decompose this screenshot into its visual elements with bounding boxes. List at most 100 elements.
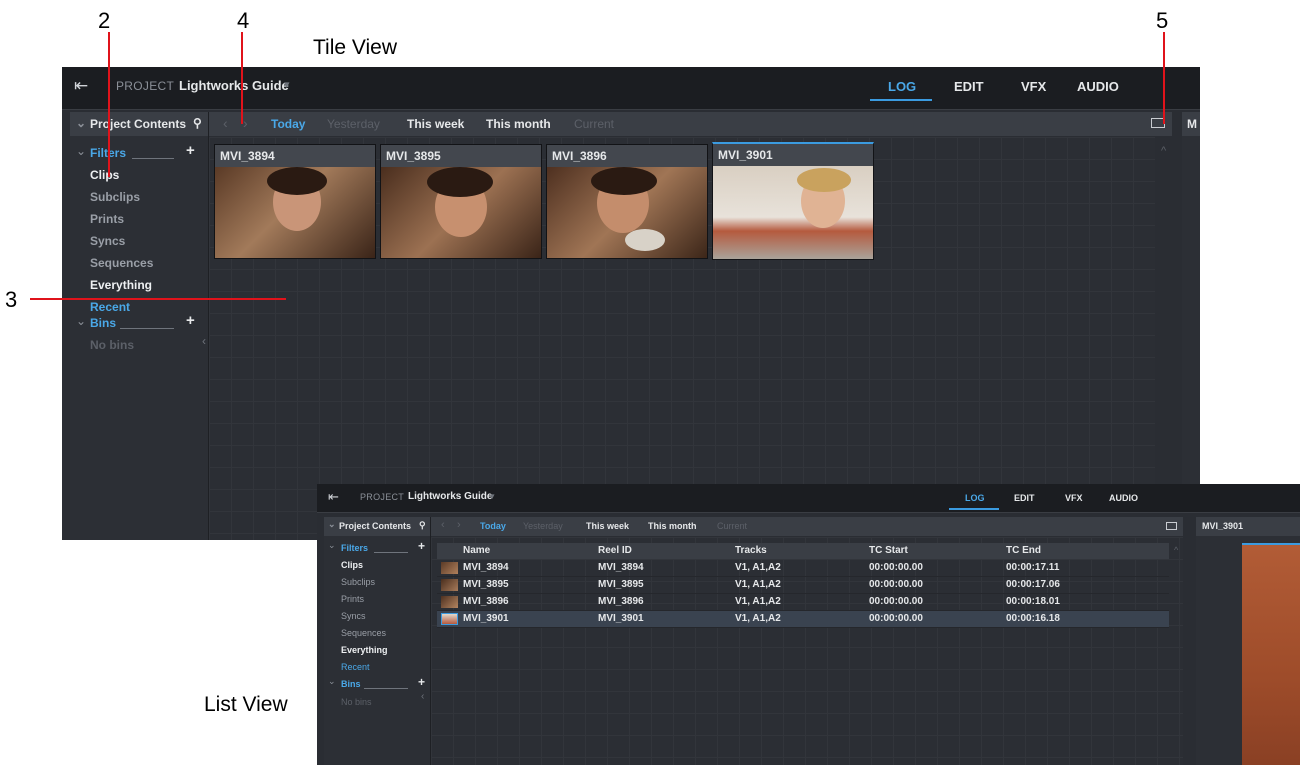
forward-arrow-icon[interactable]: › [457, 519, 461, 531]
project-dropdown-icon[interactable]: ▾ [284, 78, 290, 91]
filter-prints[interactable]: Prints [90, 212, 124, 226]
search-icon[interactable]: ⚲ [193, 116, 202, 130]
filter-subclips[interactable]: Subclips [90, 190, 140, 204]
exit-icon[interactable]: ⇤ [328, 489, 339, 505]
column-header-reel-id[interactable]: Reel ID [598, 545, 632, 556]
project-dropdown-icon[interactable]: ▾ [490, 491, 495, 502]
filter-recent[interactable]: Recent [341, 662, 370, 672]
cell-tc-end: 00:00:16.18 [1006, 613, 1060, 624]
column-header-tc-end[interactable]: TC End [1006, 545, 1041, 556]
back-arrow-icon[interactable]: ‹ [441, 519, 445, 531]
view-toggle-icon[interactable] [1166, 522, 1177, 530]
filter-yesterday[interactable]: Yesterday [523, 521, 563, 531]
exit-icon[interactable]: ⇤ [74, 76, 88, 96]
date-toolbar: ‹ › Today Yesterday This week This month… [431, 517, 1183, 536]
viewer-panel: MVI_3901 [1196, 517, 1300, 765]
table-row-selected[interactable]: MVI_3901 MVI_3901 V1, A1,A2 00:00:00.00 … [437, 611, 1169, 628]
viewer-frame [1242, 545, 1300, 765]
tab-edit[interactable]: EDIT [954, 79, 984, 94]
filter-current[interactable]: Current [717, 521, 747, 531]
filters-chevron-icon[interactable]: ⌄ [328, 540, 336, 551]
tile-clip-selected[interactable]: MVI_3901 [712, 142, 874, 260]
filter-prints[interactable]: Prints [341, 594, 364, 604]
filter-subclips[interactable]: Subclips [341, 577, 375, 587]
callout-3: 3 [5, 287, 18, 312]
sidebar: ⌄ Project Contents ⚲ ⌄ Filters + Clips S… [324, 517, 431, 765]
list-header-row: Name Reel ID Tracks TC Start TC End [437, 543, 1169, 559]
collapse-handle-icon[interactable]: ‹ [421, 691, 424, 702]
right-panel-title: M [1187, 117, 1197, 131]
clip-thumbnail [713, 166, 873, 259]
tile-clip-name: MVI_3895 [381, 145, 541, 167]
filter-clips[interactable]: Clips [341, 560, 363, 570]
list-rows: MVI_3894 MVI_3894 V1, A1,A2 00:00:00.00 … [437, 560, 1169, 630]
search-icon[interactable]: ⚲ [419, 520, 426, 531]
filter-everything[interactable]: Everything [341, 645, 388, 655]
tab-audio[interactable]: AUDIO [1109, 493, 1138, 503]
collapse-chevron-icon[interactable]: ⌄ [328, 519, 336, 530]
forward-arrow-icon[interactable]: › [243, 115, 248, 131]
clip-thumbnail [441, 596, 458, 608]
list-area: Name Reel ID Tracks TC Start TC End MVI_… [431, 537, 1183, 765]
project-name[interactable]: Lightworks Guide [408, 491, 492, 502]
tab-audio[interactable]: AUDIO [1077, 79, 1119, 94]
bins-chevron-icon[interactable]: ⌄ [76, 314, 86, 328]
filter-everything[interactable]: Everything [90, 278, 152, 292]
date-toolbar: ‹ › Today Yesterday This week This month… [209, 112, 1172, 136]
filter-syncs[interactable]: Syncs [90, 234, 125, 248]
collapse-handle-icon[interactable]: ‹ [202, 334, 206, 348]
filter-recent[interactable]: Recent [90, 300, 130, 314]
filter-this-week[interactable]: This week [407, 117, 464, 131]
tab-log[interactable]: LOG [965, 493, 985, 503]
clip-thumbnail [381, 167, 541, 258]
tab-vfx[interactable]: VFX [1021, 79, 1046, 94]
filter-sequences[interactable]: Sequences [341, 628, 386, 638]
tab-log[interactable]: LOG [888, 79, 916, 94]
bins-chevron-icon[interactable]: ⌄ [328, 676, 336, 687]
top-bar: ⇤ PROJECT Lightworks Guide ▾ LOG EDIT VF… [62, 67, 1200, 110]
add-filter-button[interactable]: + [418, 539, 425, 553]
column-header-tc-start[interactable]: TC Start [869, 545, 908, 556]
tab-vfx[interactable]: VFX [1065, 493, 1083, 503]
table-row[interactable]: MVI_3896 MVI_3896 V1, A1,A2 00:00:00.00 … [437, 594, 1169, 611]
filter-today[interactable]: Today [271, 117, 305, 131]
column-header-tracks[interactable]: Tracks [735, 545, 767, 556]
table-row[interactable]: MVI_3895 MVI_3895 V1, A1,A2 00:00:00.00 … [437, 577, 1169, 594]
filter-yesterday[interactable]: Yesterday [327, 117, 380, 131]
tile-clip[interactable]: MVI_3895 [380, 144, 542, 259]
tab-edit[interactable]: EDIT [1014, 493, 1035, 503]
filter-syncs[interactable]: Syncs [341, 611, 366, 621]
filter-current[interactable]: Current [574, 117, 614, 131]
scroll-up-icon[interactable]: ^ [1161, 145, 1166, 157]
filters-section[interactable]: Filters [341, 543, 368, 553]
column-header-name[interactable]: Name [463, 545, 490, 556]
cell-reel-id: MVI_3895 [598, 579, 644, 590]
filter-this-month[interactable]: This month [486, 117, 551, 131]
tile-view-window: ⇤ PROJECT Lightworks Guide ▾ LOG EDIT VF… [62, 67, 1200, 540]
cell-tc-start: 00:00:00.00 [869, 562, 923, 573]
add-filter-button[interactable]: + [186, 142, 195, 159]
tile-clip[interactable]: MVI_3896 [546, 144, 708, 259]
filter-this-month[interactable]: This month [648, 521, 697, 531]
filter-today[interactable]: Today [480, 521, 506, 531]
filter-clips[interactable]: Clips [90, 168, 119, 182]
collapse-chevron-icon[interactable]: ⌄ [76, 116, 86, 130]
filter-this-week[interactable]: This week [586, 521, 629, 531]
add-bin-button[interactable]: + [418, 675, 425, 689]
scroll-up-icon[interactable]: ^ [1174, 545, 1178, 555]
filter-sequences[interactable]: Sequences [90, 256, 153, 270]
back-arrow-icon[interactable]: ‹ [223, 115, 228, 131]
tile-clip-name: MVI_3894 [215, 145, 375, 167]
cell-reel-id: MVI_3901 [598, 613, 644, 624]
bins-section[interactable]: Bins [90, 316, 116, 330]
cell-name: MVI_3894 [463, 562, 509, 573]
bins-section[interactable]: Bins [341, 679, 361, 689]
tile-clip[interactable]: MVI_3894 [214, 144, 376, 259]
clip-thumbnail [441, 579, 458, 591]
filters-chevron-icon[interactable]: ⌄ [76, 144, 86, 158]
project-name[interactable]: Lightworks Guide [179, 78, 289, 93]
clip-thumbnail [441, 562, 458, 574]
table-row[interactable]: MVI_3894 MVI_3894 V1, A1,A2 00:00:00.00 … [437, 560, 1169, 577]
viewer-title: MVI_3901 [1202, 521, 1244, 531]
add-bin-button[interactable]: + [186, 312, 195, 329]
